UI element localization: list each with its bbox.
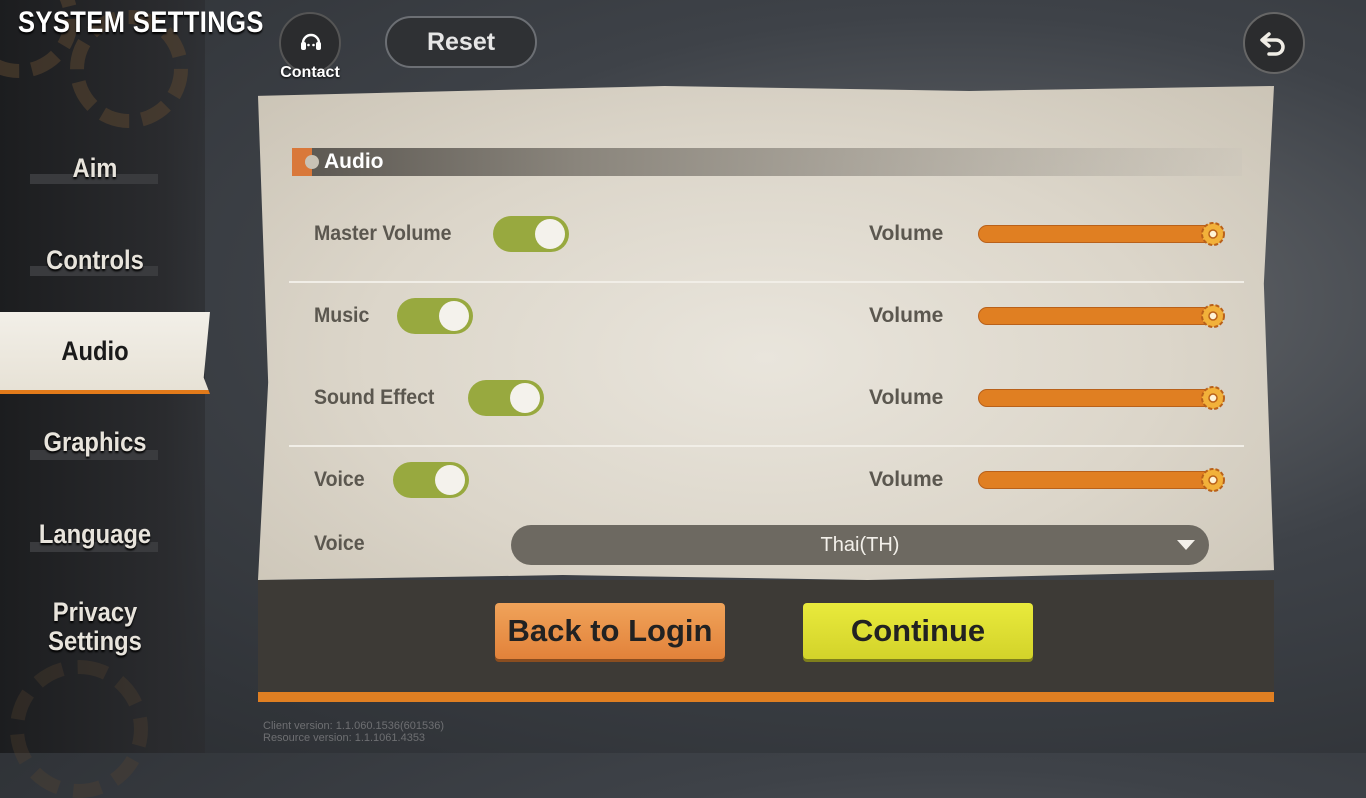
page-title: SYSTEM SETTINGS (18, 6, 264, 39)
sound-effect-volume-slider[interactable] (978, 389, 1216, 407)
slider-gear-handle-icon[interactable] (1198, 465, 1228, 495)
sidebar-item-audio[interactable]: Audio (11, 336, 178, 367)
sound-effect-toggle[interactable] (468, 380, 544, 416)
music-label: Music (314, 304, 370, 327)
section-header-bar (292, 148, 1242, 176)
sidebar-item-controls[interactable]: Controls (11, 246, 178, 275)
voice-toggle[interactable] (393, 462, 469, 498)
divider (289, 281, 1244, 283)
contact-label: Contact (280, 64, 340, 81)
sound-effect-label: Sound Effect (314, 386, 435, 409)
gear-decoration-icon (10, 660, 148, 798)
reset-button[interactable]: Reset (385, 16, 537, 68)
toggle-knob (435, 465, 465, 495)
version-info: Client version: 1.1.060.1536(601536) Res… (263, 720, 444, 744)
headset-icon (301, 33, 321, 50)
master-volume-volume-label: Volume (869, 222, 944, 245)
sidebar-item-aim[interactable]: Aim (11, 154, 178, 183)
action-bar (258, 580, 1274, 692)
master-volume-slider[interactable] (978, 225, 1216, 243)
sidebar-item-language[interactable]: Language (11, 520, 178, 549)
back-to-login-button[interactable]: Back to Login (495, 603, 725, 659)
resource-version: Resource version: 1.1.1061.4353 (263, 732, 426, 744)
section-bullet-icon (305, 155, 319, 169)
section-title: Audio (324, 150, 384, 173)
return-arrow-icon (1260, 32, 1285, 56)
continue-button[interactable]: Continue (803, 603, 1033, 659)
sidebar-item-graphics[interactable]: Graphics (11, 428, 178, 457)
client-version: Client version: 1.1.060.1536(601536) (263, 720, 445, 732)
music-volume-slider[interactable] (978, 307, 1216, 325)
toggle-knob (510, 383, 540, 413)
voice-language-label: Voice (314, 532, 365, 555)
music-volume-label: Volume (869, 304, 944, 327)
voice-volume-slider[interactable] (978, 471, 1216, 489)
action-bar-stripe (258, 692, 1274, 702)
sound-effect-volume-label: Volume (869, 386, 944, 409)
slider-gear-handle-icon[interactable] (1198, 219, 1228, 249)
sidebar-item-privacy-settings[interactable]: Privacy Settings (11, 598, 178, 656)
voice-volume-label: Volume (869, 468, 944, 491)
toggle-knob (439, 301, 469, 331)
back-button[interactable] (1243, 12, 1305, 74)
voice-label: Voice (314, 468, 365, 491)
master-volume-toggle[interactable] (493, 216, 569, 252)
voice-language-value: Thai(TH) (820, 534, 900, 556)
caret-down-icon (1177, 540, 1195, 550)
slider-gear-handle-icon[interactable] (1198, 383, 1228, 413)
music-toggle[interactable] (397, 298, 473, 334)
master-volume-label: Master Volume (314, 222, 452, 245)
slider-gear-handle-icon[interactable] (1198, 301, 1228, 331)
toggle-knob (535, 219, 565, 249)
voice-language-dropdown[interactable]: Thai(TH) (511, 525, 1209, 565)
divider (289, 445, 1244, 447)
